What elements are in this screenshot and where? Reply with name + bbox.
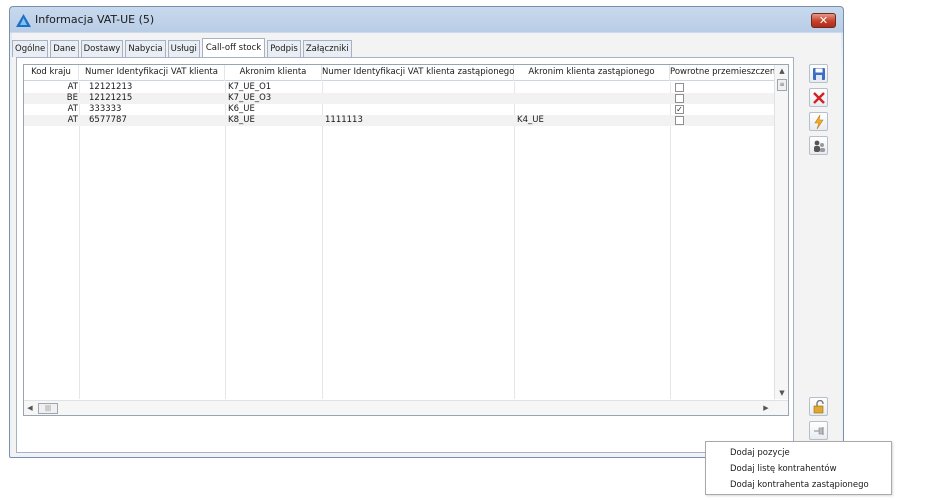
grid-body: AT 12121213 K7_UE_O1 BE 12121215 K7_UE_O… [24,82,788,126]
cell-kod-kraju: AT [67,104,78,114]
pin-icon [814,427,824,435]
add-context-menu: Dodaj pozycje Dodaj listę kontrahentów D… [705,441,892,495]
tab-uslugi[interactable]: Usługi [167,40,200,57]
scroll-down-icon[interactable]: ▼ [775,387,788,399]
column-divider [670,82,671,399]
horizontal-scroll-thumb[interactable]: ||| [38,403,58,414]
cell-akronim-klienta: K8_UE [228,115,255,125]
close-button[interactable]: ✕ [811,13,836,28]
title-bar[interactable]: Informacja VAT-UE (5) ✕ [10,7,843,33]
red-x-icon [813,92,825,104]
column-header-powrotne-przemieszczenie[interactable]: Powrotne przemieszczenie [670,65,783,81]
menu-item-dodaj-pozycje[interactable]: Dodaj pozycje [706,445,891,461]
cancel-button[interactable] [809,88,828,107]
cell-akronim-klienta: K7_UE_O1 [228,82,272,92]
call-off-stock-grid[interactable]: Kod kraju Numer Identyfikacji VAT klient… [23,64,789,416]
tab-call-off-stock[interactable]: Call-off stock [201,38,266,58]
column-header-kod-kraju[interactable]: Kod kraju [24,65,79,81]
table-row[interactable]: BE 12121215 K7_UE_O3 [24,93,788,104]
dialog-client-area: Ogólne Dane Dostawy Nabycia Usługi Call-… [12,33,841,466]
dialog-window: Informacja VAT-UE (5) ✕ Ogólne Dane Dost… [9,6,844,466]
tab-dane[interactable]: Dane [50,40,79,57]
execute-button[interactable] [809,112,828,131]
unlock-button[interactable] [809,397,828,416]
pin-button[interactable] [809,421,828,440]
save-button[interactable] [809,64,828,83]
lightning-icon [814,115,824,129]
floppy-disk-icon [813,68,825,80]
column-divider [514,82,515,399]
tab-ogolne[interactable]: Ogólne [12,40,49,57]
column-divider [322,82,323,399]
scroll-up-icon[interactable]: ▲ [775,65,788,77]
column-divider [79,82,80,399]
column-header-nip-zastapionego[interactable]: Numer Identyfikacji VAT klienta zastąpio… [322,65,514,81]
table-row[interactable]: AT 12121213 K7_UE_O1 [24,82,788,93]
powrotne-checkbox[interactable]: ✓ [675,105,684,114]
tab-strip: Ogólne Dane Dostawy Nabycia Usługi Call-… [12,37,354,58]
tab-zalaczniki[interactable]: Załączniki [302,40,352,57]
cell-akronim-zastapionego: K4_UE [517,115,544,125]
cell-nip-zastapionego: 1111113 [325,115,363,125]
powrotne-checkbox[interactable] [675,83,684,92]
tab-nabycia[interactable]: Nabycia [125,40,166,57]
powrotne-checkbox[interactable] [675,116,684,125]
vertical-scrollbar[interactable]: ▲ ≡ ▼ [774,65,788,399]
users-button[interactable] [809,136,828,155]
column-header-nip-klienta[interactable]: Numer Identyfikacji VAT klienta [79,65,225,81]
scroll-left-icon[interactable]: ◀ [24,401,36,415]
cell-akronim-klienta: K7_UE_O3 [228,93,272,103]
user-group-icon [814,140,825,152]
cell-nip-klienta: 12121213 [89,82,133,92]
column-header-akronim-zastapionego[interactable]: Akronim klienta zastąpionego [514,65,670,81]
scroll-right-icon[interactable]: ▶ [760,401,772,415]
table-row[interactable]: AT 6577787 K8_UE 1111113 K4_UE [24,115,788,126]
table-row[interactable]: AT 333333 K6_UE ✓ [24,104,788,115]
tab-dostawy[interactable]: Dostawy [80,40,124,57]
padlock-icon [813,400,824,414]
tab-panel-call-off-stock: Kod kraju Numer Identyfikacji VAT klient… [16,57,798,466]
cell-nip-klienta: 6577787 [89,115,127,125]
tab-podpis[interactable]: Podpis [267,40,301,57]
column-divider [225,82,226,399]
cell-kod-kraju: BE [66,93,78,103]
menu-item-dodaj-liste-kontrahentow[interactable]: Dodaj listę kontrahentów [706,461,891,477]
cell-nip-klienta: 333333 [89,104,122,114]
grid-header: Kod kraju Numer Identyfikacji VAT klient… [24,65,788,81]
cell-kod-kraju: AT [67,115,78,125]
app-logo-icon [16,14,31,27]
horizontal-scrollbar[interactable]: ◀ ||| ▶ [24,400,788,415]
column-header-akronim-klienta[interactable]: Akronim klienta [225,65,322,81]
menu-item-dodaj-kontrahenta-zastapionego[interactable]: Dodaj kontrahenta zastąpionego [706,477,891,493]
cell-kod-kraju: AT [67,82,78,92]
vertical-scroll-thumb[interactable]: ≡ [777,79,787,91]
cell-akronim-klienta: K6_UE [228,104,255,114]
powrotne-checkbox[interactable] [675,94,684,103]
window-title: Informacja VAT-UE (5) [35,13,155,26]
cell-nip-klienta: 12121215 [89,93,133,103]
